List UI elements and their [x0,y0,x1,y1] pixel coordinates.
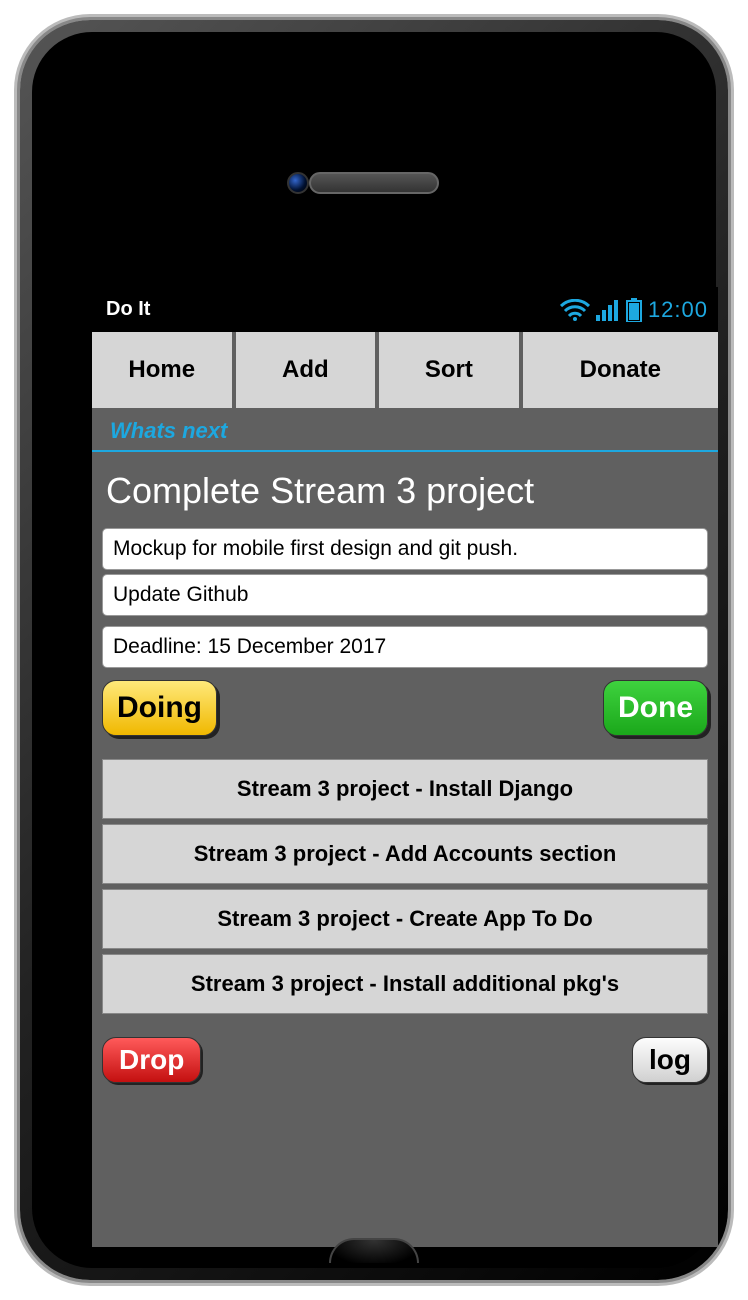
app-name: Do It [102,298,560,321]
status-icons: 12:00 [560,297,708,323]
task-note[interactable]: Mockup for mobile first design and git p… [102,528,708,570]
clock: 12:00 [648,297,708,323]
task-action-row: Doing Done [92,672,718,754]
footer-row: Drop log [92,1019,718,1093]
section-header: Whats next [92,408,718,452]
battery-icon [626,298,642,322]
wifi-icon [560,299,590,321]
drop-button[interactable]: Drop [102,1037,201,1083]
nav-sort-button[interactable]: Sort [379,332,519,408]
backlog-item[interactable]: Stream 3 project - Create App To Do [102,889,708,949]
done-button[interactable]: Done [603,680,708,736]
nav-donate-button[interactable]: Donate [523,332,718,408]
task-notes-group: Mockup for mobile first design and git p… [92,528,718,616]
backlog-item[interactable]: Stream 3 project - Install Django [102,759,708,819]
earpiece-speaker [309,172,439,194]
task-deadline[interactable]: Deadline: 15 December 2017 [102,626,708,668]
phone-bezel: Do It [32,32,716,1268]
backlog-item[interactable]: Stream 3 project - Install additional pk… [102,954,708,1014]
phone-frame: Do It [20,20,728,1280]
doing-button[interactable]: Doing [102,680,217,736]
front-camera [287,172,309,194]
backlog-item[interactable]: Stream 3 project - Add Accounts section [102,824,708,884]
nav-add-button[interactable]: Add [236,332,376,408]
task-note-text: Update Github [113,583,248,607]
task-note-text: Mockup for mobile first design and git p… [113,537,518,561]
task-deadline-text: Deadline: 15 December 2017 [113,635,386,659]
nav-home-button[interactable]: Home [92,332,232,408]
task-title: Complete Stream 3 project [92,452,718,524]
log-button[interactable]: log [632,1037,708,1083]
task-note[interactable]: Update Github [102,574,708,616]
backlog-list: Stream 3 project - Install Django Stream… [92,759,718,1014]
status-bar: Do It [92,287,718,332]
nav-bar: Home Add Sort Donate [92,332,718,408]
home-button[interactable] [329,1238,419,1263]
screen: Do It [92,287,718,1247]
signal-icon [596,299,620,321]
